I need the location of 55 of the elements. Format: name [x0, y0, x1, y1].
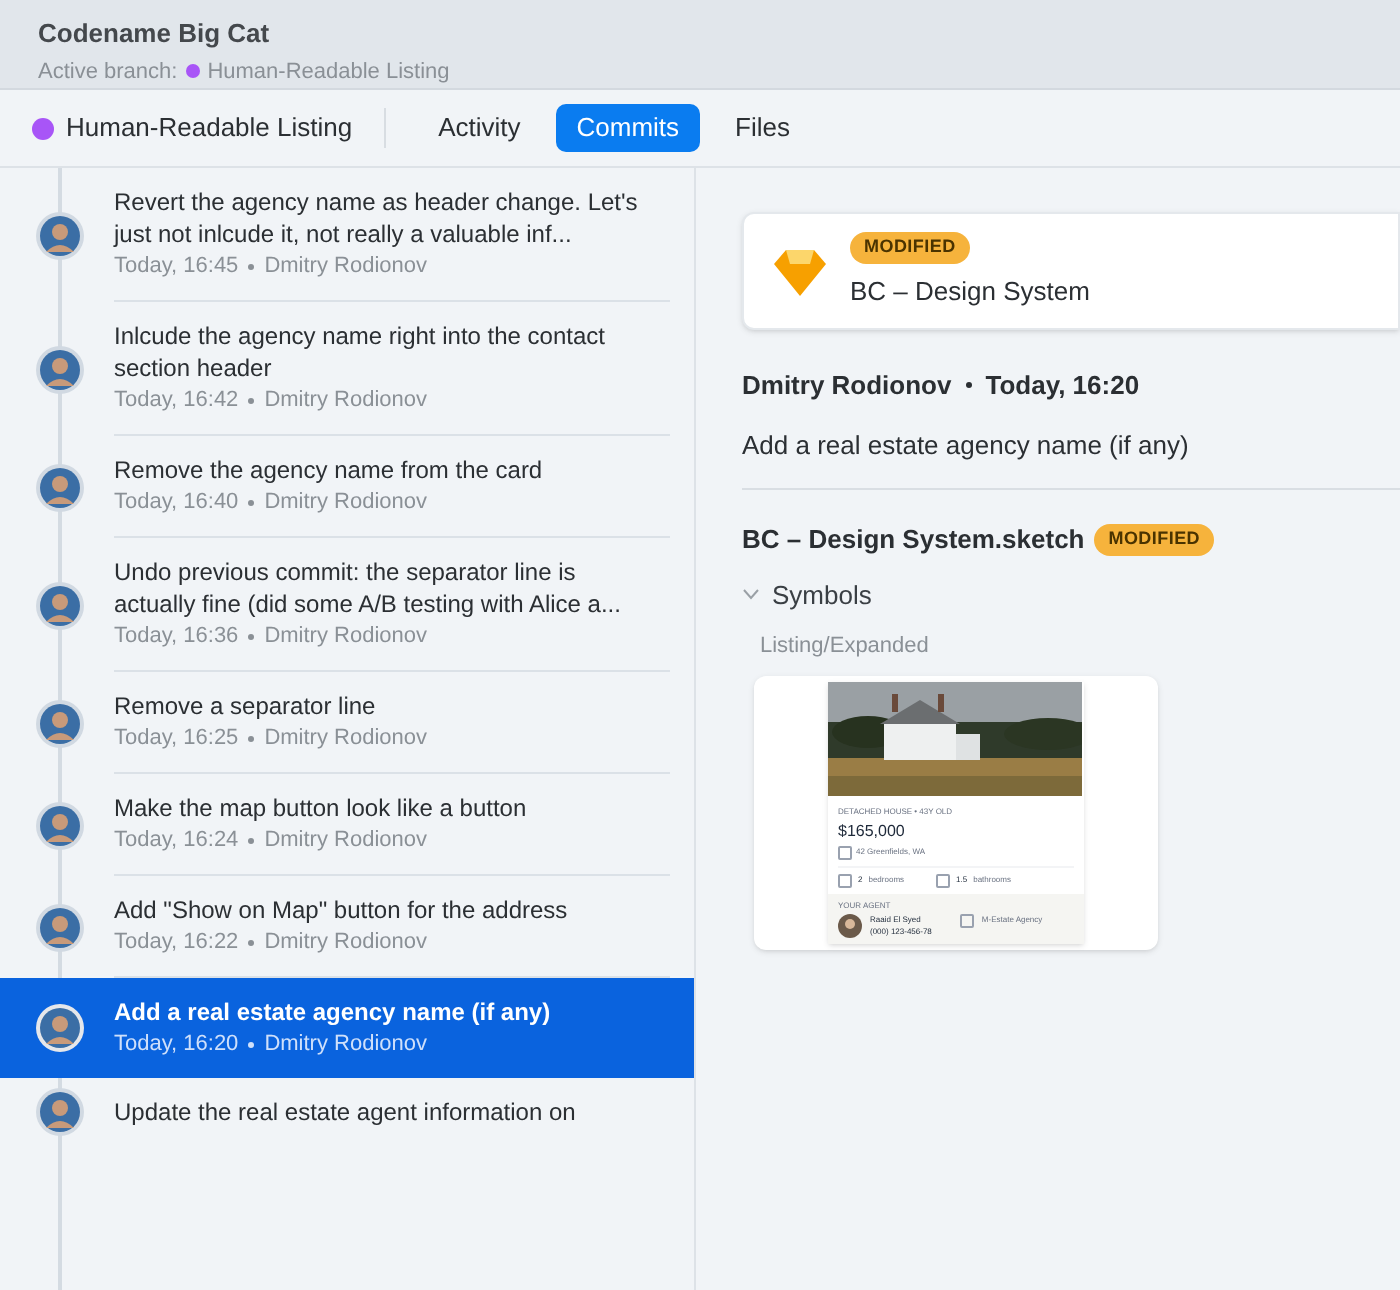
branch-label: Active branch: [38, 57, 178, 87]
tab[interactable]: Activity [418, 104, 541, 152]
commit-message: Remove the agency name from the card [114, 454, 545, 486]
commit-message: Undo previous commit: the separator line is actually fine (did some A/B testing with Alice a... [114, 556, 623, 620]
commit-item[interactable]: Revert the agency name as header change. Let's just not inlcude it, not really a valuable inf... Today, 16:45 Dmitry Rodionov [0, 168, 694, 302]
commit-author: Dmitry Rodionov [264, 488, 427, 518]
diamond-icon [774, 247, 826, 295]
commit-time: Today, 16:20 [114, 1030, 239, 1060]
modified-badge: MODIFIED [1094, 524, 1215, 555]
commit-author: Dmitry Rodionov [264, 1030, 427, 1060]
commit-time: Today, 16:20 [985, 368, 1140, 404]
commit-message: Add "Show on Map" button for the address [114, 894, 570, 926]
commit-time: Today, 16:25 [114, 724, 239, 754]
commit-author: Dmitry Rodionov [742, 368, 952, 404]
commit-author: Dmitry Rodionov [264, 928, 427, 958]
branch-name: Human-Readable Listing [207, 57, 450, 87]
commit-item[interactable]: Remove a separator line Today, 16:25 Dmitry Rodionov [0, 672, 694, 774]
tab[interactable]: Files [715, 104, 810, 152]
commit-message: Revert the agency name as header change. Let's just not inlcude it, not really a valuable inf... [114, 186, 640, 250]
listing-price: $165,000 [838, 819, 907, 843]
commit-time: Today, 16:22 [114, 928, 239, 958]
commit-time: Today, 16:24 [114, 826, 239, 856]
sketch-file-name: BC – Design System.sketch [742, 522, 1085, 558]
commit-item[interactable]: Remove the agency name from the card Today, 16:40 Dmitry Rodionov [0, 436, 694, 538]
symbol-name: Listing/Expanded [760, 632, 931, 662]
chevron-icon [742, 588, 760, 601]
commit-item[interactable]: Make the map button look like a button Today, 16:24 Dmitry Rodionov [0, 774, 694, 876]
commit-author: Dmitry Rodionov [264, 386, 427, 416]
commit-message: Inlcude the agency name right into the contact section header [114, 320, 607, 384]
commit-item[interactable]: Inlcude the agency name right into the contact section header Today, 16:42 Dmitry Rodionov [0, 302, 694, 436]
commit-message: Add a real estate agency name (if any) [114, 996, 553, 1028]
branch-selector[interactable]: Human-Readable Listing [66, 108, 353, 148]
symbols-toggle[interactable]: Symbols [742, 575, 872, 614]
commit-message: Update the real estate agent information on [114, 1096, 578, 1128]
commit-time: Today, 16:36 [114, 622, 239, 652]
agent-avatar-icon [838, 913, 862, 937]
commit-author: Dmitry Rodionov [264, 252, 427, 282]
commit-item[interactable]: Update the real estate agent information on [0, 1078, 694, 1146]
commit-item[interactable]: Undo previous commit: the separator line is actually fine (did some A/B testing with Alice a... Today, 16:36 Dmitry Rodionov [0, 538, 694, 672]
commit-author: Dmitry Rodionov [264, 724, 427, 754]
commit-item[interactable]: Add a real estate agency name (if any) Today, 16:20 Dmitry Rodionov [0, 978, 694, 1078]
commit-time: Today, 16:45 [114, 252, 239, 282]
commit-message: Make the map button look like a button [114, 792, 529, 824]
window-title: Codename Big Cat [38, 16, 272, 52]
tab[interactable]: Commits [556, 104, 700, 152]
file-name: BC – Design System [850, 273, 1090, 310]
avatar-icon [34, 1002, 86, 1054]
commit-message: Remove a separator line [114, 690, 378, 722]
commit-message: Add a real estate agency name (if any) [742, 427, 1191, 464]
commit-time: Today, 16:42 [114, 386, 239, 416]
file-card[interactable]: MODIFIED BC – Design System [742, 212, 1400, 330]
commit-author: Dmitry Rodionov [264, 622, 427, 652]
modified-badge: MODIFIED [850, 232, 970, 263]
commit-author: Dmitry Rodionov [264, 826, 427, 856]
commit-time: Today, 16:40 [114, 488, 239, 518]
